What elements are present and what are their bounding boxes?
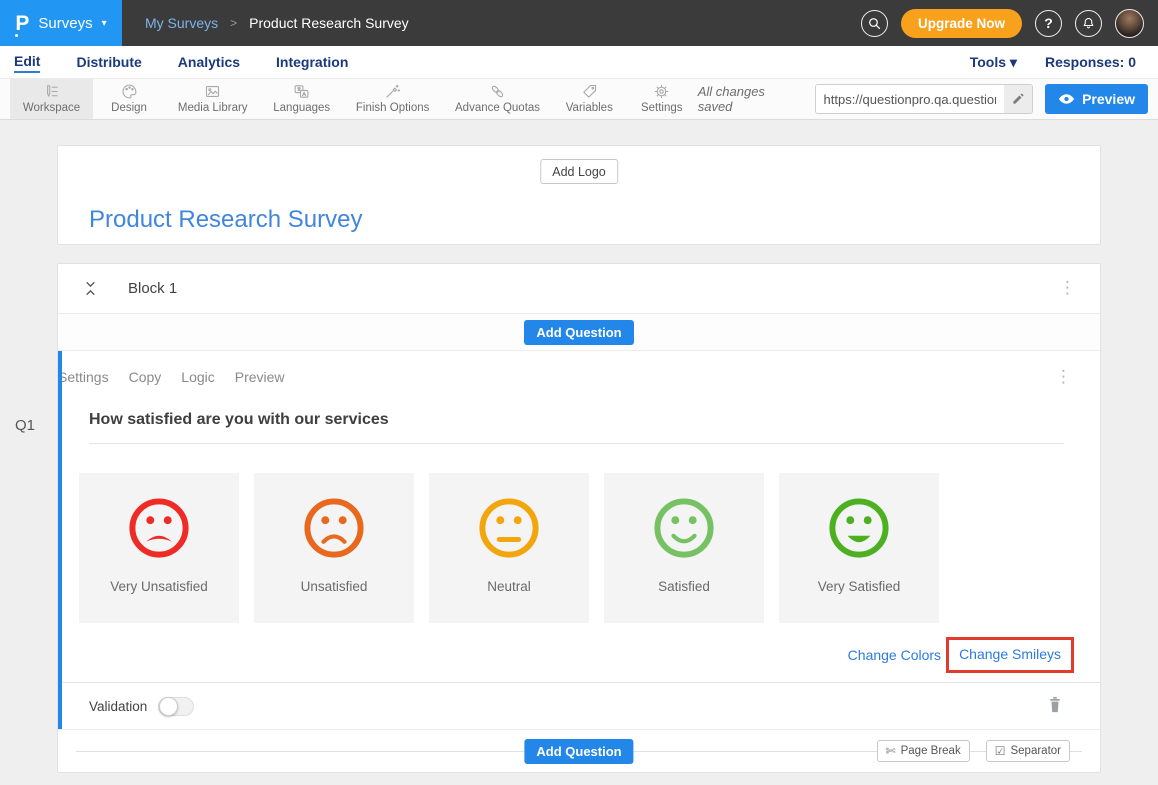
breadcrumb: My Surveys > Product Research Survey [145,15,409,31]
question-preview-link[interactable]: Preview [235,369,285,385]
block-title[interactable]: Block 1 [128,280,177,297]
breadcrumb-separator-icon: > [230,16,237,30]
survey-url-group [815,84,1034,114]
question-card: Settings Copy Logic Preview ⋮ How satisf… [58,351,1100,730]
scissors-icon: ✄ [886,744,896,758]
smiley-option-very-satisfied[interactable]: Very Satisfied [779,473,939,623]
validation-toggle[interactable] [158,697,194,716]
add-question-button-top[interactable]: Add Question [524,320,633,345]
toolbar-item-settings[interactable]: Settings [626,79,698,119]
add-question-strip-top: Add Question [58,314,1100,351]
workspace-icon [43,83,60,100]
breadcrumb-my-surveys[interactable]: My Surveys [145,15,218,31]
workspace-canvas: Q1 Add Logo Product Research Survey Bloc… [0,120,1158,785]
toolbar-item-workspace[interactable]: Workspace [10,79,93,119]
question-menu-button[interactable]: ⋮ [1055,369,1072,386]
smiley-option-satisfied[interactable]: Satisfied [604,473,764,623]
app-menu-surveys[interactable]: P Surveys ▾ [0,0,122,46]
section-nav: Edit Distribute Analytics Integration To… [0,46,1158,78]
change-links-row: Change Colors Change Smileys [58,637,1074,673]
survey-title[interactable]: Product Research Survey [89,206,362,234]
change-smileys-highlight-box: Change Smileys [946,637,1074,673]
trash-icon [1048,696,1062,713]
question-mark-icon: ? [1044,15,1053,31]
search-button[interactable] [861,10,888,37]
edit-url-button[interactable] [1004,85,1033,113]
image-icon [204,83,221,100]
block-header: Block 1 ⋮ [58,264,1100,314]
question-divider [89,443,1064,444]
page-break-button[interactable]: ✄ Page Break [877,740,970,762]
smiley-option-neutral[interactable]: Neutral [429,473,589,623]
question-copy-link[interactable]: Copy [129,369,162,385]
survey-url-input[interactable] [816,85,1004,113]
tab-edit[interactable]: Edit [14,51,40,73]
user-avatar[interactable] [1115,9,1144,38]
tab-integration[interactable]: Integration [276,52,348,72]
survey-header-card: Add Logo Product Research Survey [57,145,1101,245]
neutral-smiley-icon [476,495,542,561]
satisfied-smiley-icon [651,495,717,561]
change-smileys-link[interactable]: Change Smileys [959,646,1061,662]
magic-wand-icon [384,83,401,100]
app-menu-label: Surveys [38,15,92,32]
validation-row: Validation [58,682,1100,729]
separator-button[interactable]: ☑ Separator [986,740,1070,762]
breadcrumb-current: Product Research Survey [249,15,409,31]
question-actions: Settings Copy Logic Preview ⋮ [58,365,1100,389]
toolbar-item-variables[interactable]: Variables [553,79,626,119]
smiley-option-very-unsatisfied[interactable]: Very Unsatisfied [79,473,239,623]
questionpro-logo-icon: P [15,13,29,34]
tools-dropdown[interactable]: Tools ▾ [970,54,1017,71]
chevron-down-icon: ▾ [102,18,107,29]
toolbar-item-media-library[interactable]: Media Library [165,79,260,119]
block-card: Block 1 ⋮ Add Question Settings Copy Log… [57,263,1101,773]
gear-icon [653,83,670,100]
question-settings-link[interactable]: Settings [58,369,109,385]
checkbox-icon: ☑ [995,744,1006,758]
eye-icon [1058,93,1075,105]
pencil-icon [1011,92,1025,106]
add-logo-button[interactable]: Add Logo [540,159,618,184]
add-question-button-bottom[interactable]: Add Question [524,739,633,764]
bell-icon [1081,16,1096,31]
very-unsatisfied-smiley-icon [126,495,192,561]
topbar-actions: Upgrade Now ? [861,9,1158,38]
tab-analytics[interactable]: Analytics [178,52,240,72]
responses-count: Responses: 0 [1045,54,1136,70]
change-colors-link[interactable]: Change Colors [848,647,941,663]
question-code: Q1 [15,417,35,434]
block-footer: Add Question ✄ Page Break ☑ Separator [58,730,1100,772]
toolbar-item-finish-options[interactable]: Finish Options [343,79,442,119]
delete-question-button[interactable] [1048,696,1062,716]
help-button[interactable]: ? [1035,10,1062,37]
save-status: All changes saved [698,84,803,114]
search-icon [867,16,882,31]
chevron-down-icon: ▾ [1010,54,1017,70]
smiley-option-unsatisfied[interactable]: Unsatisfied [254,473,414,623]
question-selected-stripe [58,351,62,729]
notifications-button[interactable] [1075,10,1102,37]
unsatisfied-smiley-icon [301,495,367,561]
preview-button[interactable]: Preview [1045,84,1148,114]
very-satisfied-smiley-icon [826,495,892,561]
collapse-block-button[interactable] [83,280,98,297]
question-logic-link[interactable]: Logic [181,369,214,385]
validation-label: Validation [89,699,147,714]
smiley-options: Very Unsatisfied Unsatisfied Neutral [79,473,1100,623]
palette-icon [121,83,138,100]
upgrade-now-button[interactable]: Upgrade Now [901,9,1022,38]
tag-icon [581,83,598,100]
translate-icon [293,83,310,100]
toolbar-item-languages[interactable]: Languages [260,79,343,119]
toolbar-item-advance-quotas[interactable]: Advance Quotas [442,79,553,119]
editor-toolbar: Workspace Design Media Library Languages… [0,78,1158,120]
chain-links-icon [489,83,506,100]
question-text[interactable]: How satisfied are you with our services [89,411,1064,429]
toolbar-item-design[interactable]: Design [93,79,165,119]
block-menu-button[interactable]: ⋮ [1059,280,1076,297]
collapse-icon [83,280,98,297]
top-bar: P Surveys ▾ My Surveys > Product Researc… [0,0,1158,46]
tab-distribute[interactable]: Distribute [76,52,141,72]
